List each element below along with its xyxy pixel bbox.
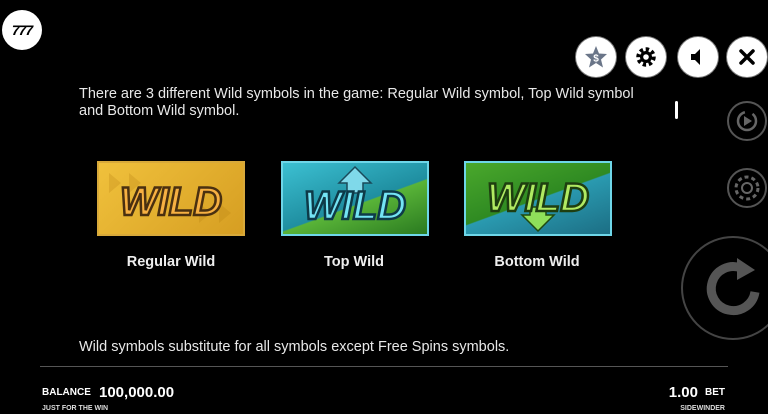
top-wild-symbol: WILD: [281, 161, 429, 236]
spin-arrow-icon: [706, 258, 760, 316]
regular-wild-symbol: WILD: [97, 161, 245, 236]
wild-logo-bottom: WILD: [486, 175, 590, 233]
spin-button[interactable]: [681, 236, 768, 340]
bet-label: BET: [705, 387, 725, 398]
bet-chip-button[interactable]: [727, 168, 767, 208]
autoplay-button[interactable]: [727, 101, 767, 141]
balance-label: BALANCE: [42, 387, 91, 398]
bet-value: 1.00: [668, 384, 698, 401]
svg-text:WILD: WILD: [487, 176, 589, 220]
top-wild-label: Top Wild: [324, 254, 384, 270]
gear-icon: [636, 47, 656, 67]
wild-intro-text: There are 3 different Wild symbols in th…: [79, 86, 634, 119]
wild-substitute-text: Wild symbols substitute for all symbols …: [79, 339, 510, 355]
scrollbar-thumb[interactable]: [675, 101, 678, 119]
autoplay-icon: [736, 110, 758, 132]
bottom-wild-label: Bottom Wild: [494, 254, 580, 270]
game-name: SIDEWINDER: [680, 405, 725, 412]
speaker-icon: [691, 49, 700, 65]
settings-button[interactable]: [626, 37, 666, 77]
svg-text:$: $: [593, 54, 599, 65]
svg-text:WILD: WILD: [120, 180, 222, 224]
special-offer-button[interactable]: $: [576, 37, 616, 77]
provider-name: JUST FOR THE WIN: [42, 405, 109, 412]
regular-wild-label: Regular Wild: [126, 254, 216, 270]
sound-button[interactable]: [678, 37, 718, 77]
bottom-wild-symbol: WILD: [464, 161, 612, 236]
svg-text:WILD: WILD: [304, 184, 406, 228]
chip-icon: [734, 175, 760, 201]
close-icon: [739, 49, 755, 65]
wild-logo-regular: WILD: [109, 173, 231, 225]
balance-value: 100,000.00: [99, 384, 175, 401]
close-button[interactable]: [727, 37, 767, 77]
star-dollar-icon: $: [585, 46, 607, 68]
game-logo: 777: [2, 10, 42, 50]
bottom-divider: [40, 366, 728, 367]
wild-logo-top: WILD: [303, 165, 407, 229]
